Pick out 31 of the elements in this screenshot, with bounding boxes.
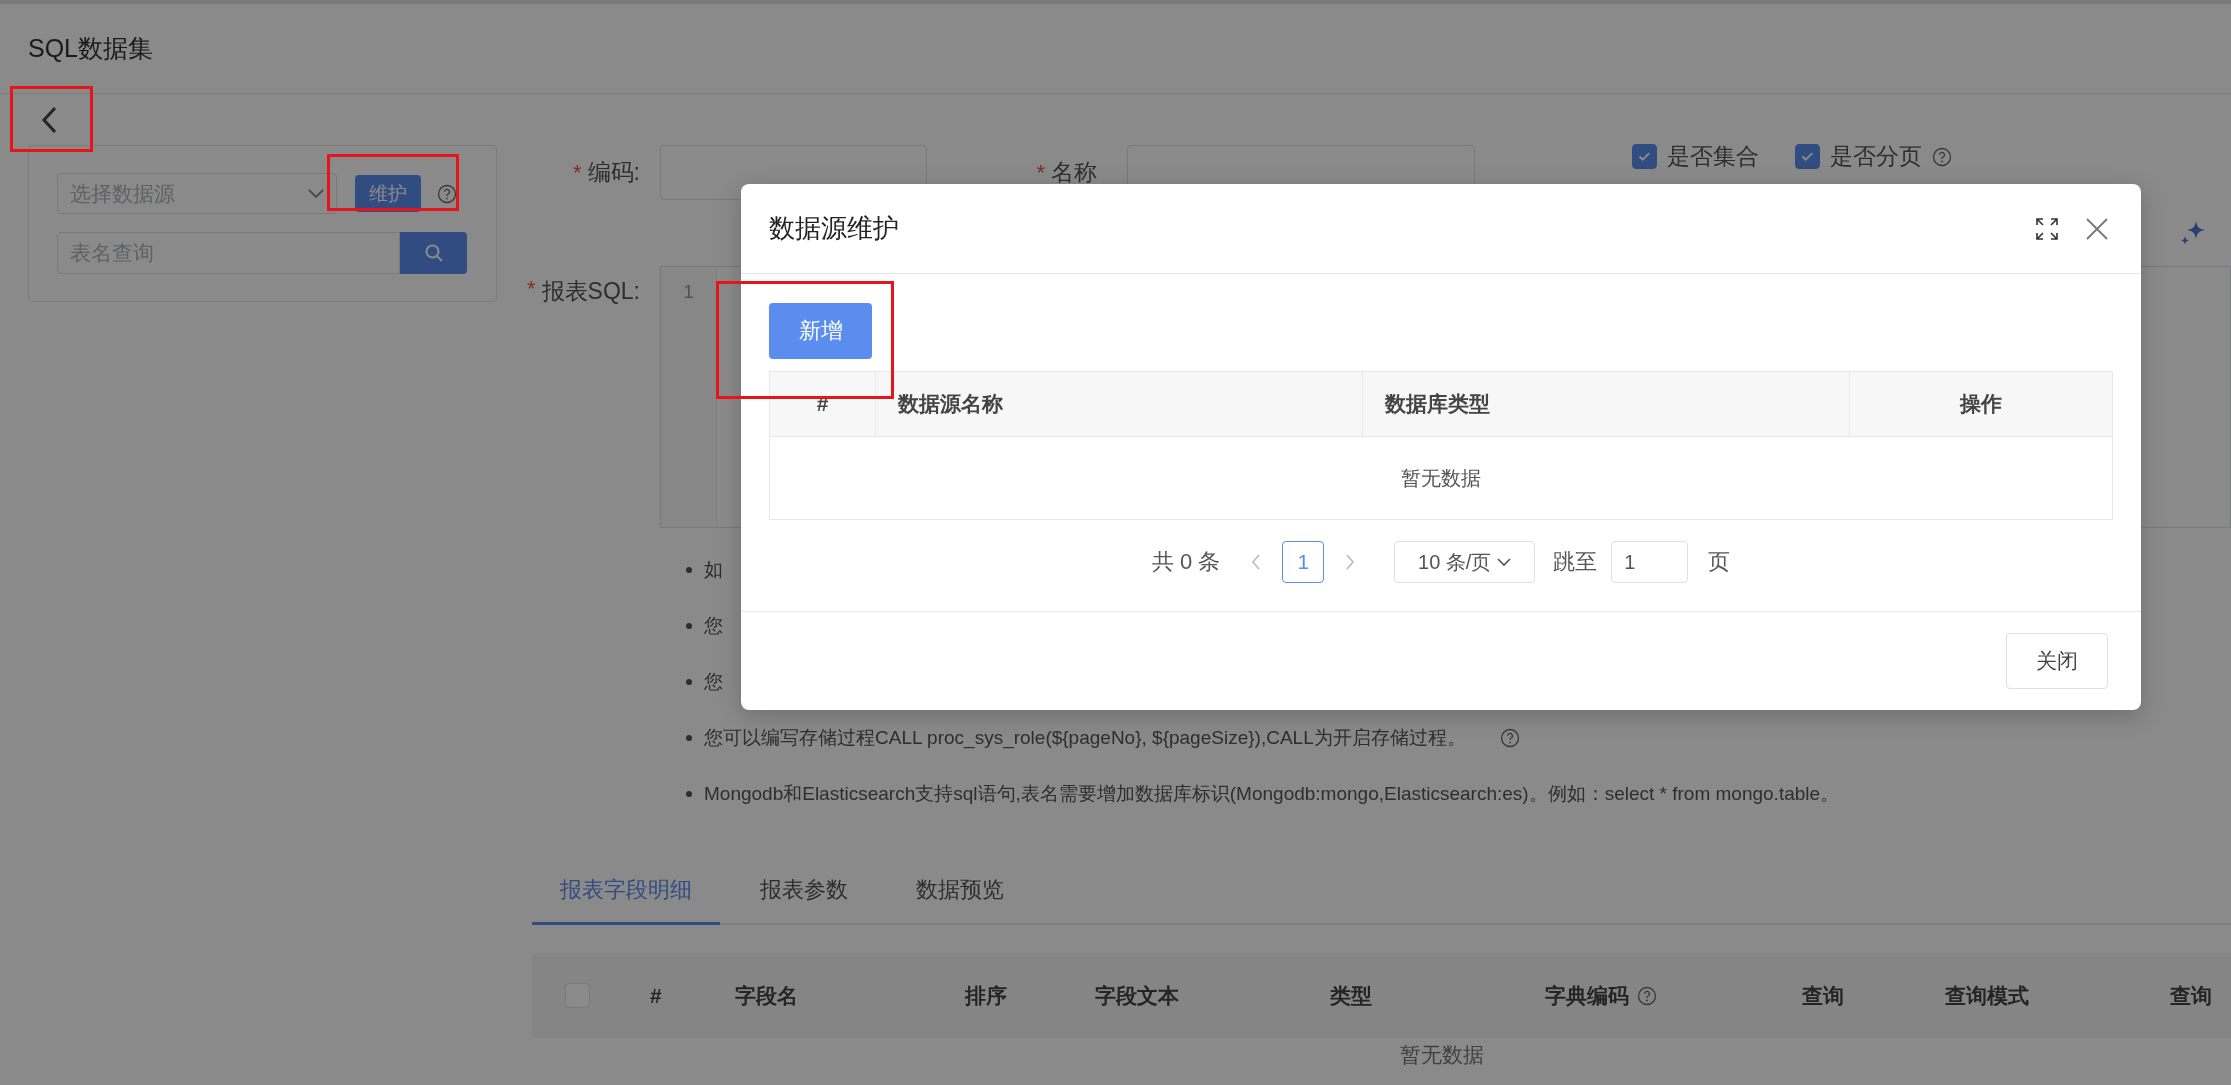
column-header: 数据库类型 (1385, 391, 1490, 417)
required-mark: * (573, 159, 582, 186)
page-suffix: 页 (1708, 548, 1731, 576)
empty-text: 暂无数据 (1401, 465, 1481, 491)
checkbox-label: 是否分页 (1830, 142, 1922, 171)
note-text: Mongodb和Elasticsearch支持sql语句,表名需要增加数据库标识(Mongodb:mongo,Elasticsearch:es)。例如：select * from mongo.table。 (704, 782, 1840, 806)
note-text: 如 (704, 558, 723, 582)
checkbox-label: 是否集合 (1667, 142, 1759, 171)
column-header: 查询模式 (1945, 982, 2029, 1009)
note-text: 您可以编写存储过程CALL proc_sys_role(${pageNo}, ${pageSize}),CALL为开启存储过程。 (704, 726, 1466, 751)
column-header: # (650, 983, 662, 1008)
column-header: 字段名 (735, 982, 798, 1009)
column-header: 字段文本 (1095, 982, 1179, 1009)
field-label: * 编码: (572, 158, 641, 188)
column-header: 排序 (965, 982, 1007, 1009)
column-header: 查询 (1802, 982, 1844, 1009)
column-header: 字典编码 (1545, 982, 1629, 1009)
required-mark: * (1036, 159, 1045, 186)
note-text: 您 (704, 670, 723, 694)
total-count: 共 0 条 (1151, 548, 1221, 576)
note-text: 您 (704, 614, 723, 638)
column-header: 查询 (2170, 982, 2212, 1009)
column-header: 操作 (1960, 391, 2002, 417)
required-mark: * (527, 276, 536, 302)
page-title: SQL数据集 (28, 33, 154, 64)
jump-label: 跳至 (1553, 548, 1598, 576)
dialog-title: 数据源维护 (769, 212, 899, 245)
field-label: * 名称 (1035, 158, 1098, 188)
column-header: 类型 (1330, 982, 1372, 1009)
column-header: 数据源名称 (898, 391, 1003, 417)
empty-text: 暂无数据 (1399, 1042, 1484, 1068)
